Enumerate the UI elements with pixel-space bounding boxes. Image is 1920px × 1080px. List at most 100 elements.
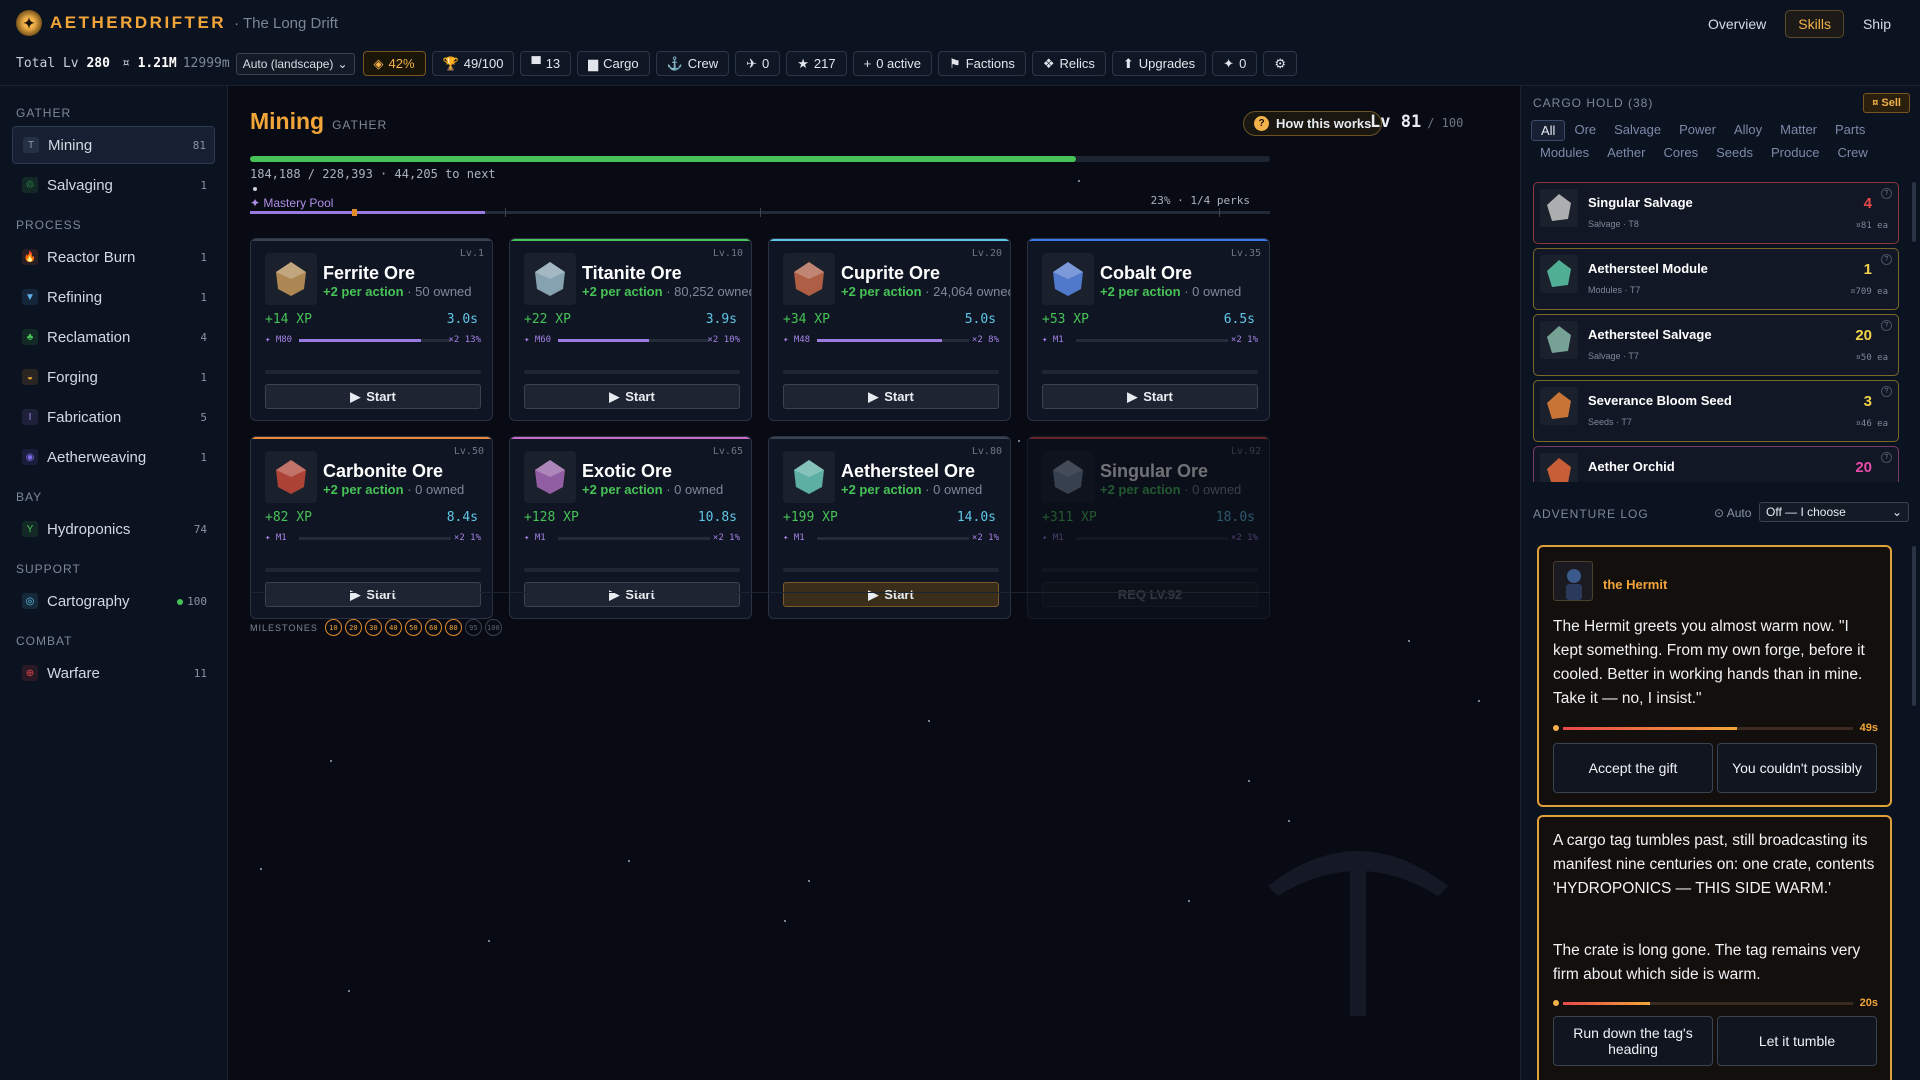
ore-level-requirement: Lv.65: [712, 446, 743, 457]
filter-crew[interactable]: Crew: [1828, 143, 1876, 162]
stat-chip[interactable]: ⚙: [1263, 51, 1297, 76]
filter-seeds[interactable]: Seeds: [1707, 143, 1762, 162]
ore-card[interactable]: Lv.1 Ferrite Ore +2 per action · 50 owned +…: [250, 238, 493, 421]
start-label: Start: [1143, 389, 1173, 404]
sidebar-item-reactor-burn[interactable]: 🔥 Reactor Burn 1: [12, 238, 215, 276]
ore-card[interactable]: Lv.35 Cobalt Ore +2 per action · 0 owned +5…: [1027, 238, 1270, 421]
filter-matter[interactable]: Matter: [1771, 120, 1826, 141]
ore-action-time: 5.0s: [964, 312, 996, 327]
info-icon[interactable]: ?: [1881, 188, 1892, 199]
filter-alloy[interactable]: Alloy: [1725, 120, 1771, 141]
stat-chip[interactable]: ✈ 0: [735, 51, 781, 76]
ore-yield: +2 per action · 80,252 owned: [582, 284, 752, 299]
log-scrollbar[interactable]: [1912, 546, 1916, 706]
sidebar-item-label: Warfare: [47, 664, 100, 682]
option-run-down-tag-button[interactable]: Run down the tag's heading: [1553, 1016, 1713, 1066]
filter-power[interactable]: Power: [1670, 120, 1725, 141]
ore-action-time: 3.0s: [446, 312, 478, 327]
cargo-item[interactable]: Aether OrchidProduce · T620¤126 ea?: [1533, 446, 1899, 482]
filter-cores[interactable]: Cores: [1654, 143, 1707, 162]
cargo-item-icon: [1540, 255, 1578, 293]
ore-per-action: +2 per action: [323, 284, 404, 299]
ore-mastery-level: ✦ M1: [524, 533, 546, 543]
filter-modules[interactable]: Modules: [1531, 143, 1598, 162]
ore-level-requirement: Lv.92: [1230, 446, 1261, 457]
chip-label: Cargo: [603, 56, 639, 71]
start-button[interactable]: ▶ Start: [783, 384, 999, 409]
cargo-item-icon: [1540, 189, 1578, 227]
nav-ship[interactable]: Ship: [1850, 10, 1904, 38]
info-icon[interactable]: ?: [1881, 254, 1892, 265]
option-decline-gift-button[interactable]: You couldn't possibly: [1717, 743, 1877, 793]
cargo-item-price: ¤709 ea: [1850, 287, 1888, 297]
mode-select[interactable]: Auto (landscape) ⌄: [235, 52, 355, 75]
stat-chip[interactable]: ⬆ Upgrades: [1111, 51, 1207, 76]
log-speaker: the Hermit: [1603, 577, 1668, 592]
star: [1188, 900, 1190, 902]
stat-chip[interactable]: ★ 217: [786, 51, 847, 76]
card-accent: [769, 437, 1010, 439]
cargo-item-icon: [1540, 453, 1578, 482]
stat-chip[interactable]: ▆ Cargo: [577, 51, 650, 76]
sidebar-item-count-value: 11: [193, 666, 207, 680]
ore-double-chance: ×2 1%: [1230, 335, 1258, 345]
stat-chip[interactable]: ⚑ Factions: [938, 51, 1026, 76]
ore-card[interactable]: Lv.20 Cuprite Ore +2 per action · 24,064 o…: [768, 238, 1011, 421]
filter-salvage[interactable]: Salvage: [1605, 120, 1670, 141]
info-icon[interactable]: ?: [1881, 386, 1892, 397]
cargo-item[interactable]: Aethersteel Module Modules · T7 1 ¤709 ea?: [1533, 248, 1899, 310]
stat-chip[interactable]: ▀ 13: [520, 51, 572, 76]
sidebar-item-hydroponics[interactable]: Y Hydroponics 74: [12, 510, 215, 548]
sidebar-item-forging[interactable]: ◒ Forging 1: [12, 358, 215, 396]
start-button[interactable]: ▶ Start: [524, 384, 740, 409]
stat-chip[interactable]: ◈ 42%: [362, 51, 426, 76]
sidebar-item-aetherweaving[interactable]: ◉ Aetherweaving 1: [12, 438, 215, 476]
card-accent: [251, 239, 492, 241]
option-accept-gift-button[interactable]: Accept the gift: [1553, 743, 1713, 793]
stat-chip[interactable]: +0 active: [852, 51, 933, 76]
start-button[interactable]: ▶ Start: [1042, 384, 1258, 409]
sidebar-item-salvaging[interactable]: ♲ Salvaging 1: [12, 166, 215, 204]
start-button[interactable]: ▶ Start: [783, 582, 999, 607]
filter-aether[interactable]: Aether: [1598, 143, 1654, 162]
sidebar-item-warfare[interactable]: ⊕ Warfare 11: [12, 654, 215, 692]
stat-chip[interactable]: ✦ 0: [1212, 51, 1258, 76]
sell-button[interactable]: ¤ Sell: [1863, 93, 1910, 113]
ore-owned: · 80,252 owned: [666, 284, 752, 299]
info-icon[interactable]: ?: [1881, 320, 1892, 331]
cargo-scrollbar[interactable]: [1912, 182, 1916, 242]
ore-mastery-level: ✦ M48: [783, 335, 811, 345]
stat-chip[interactable]: 🏆 49/100: [431, 51, 515, 76]
nav-skills[interactable]: Skills: [1785, 10, 1844, 38]
sidebar-item-count: 1: [200, 291, 207, 304]
cargo-item[interactable]: Aethersteel Salvage Salvage · T7 20 ¤50 ea?: [1533, 314, 1899, 376]
ore-mastery-fill: [817, 339, 942, 342]
sidebar-item-cartography[interactable]: ◎ Cartography 100: [12, 582, 215, 620]
sidebar-item-refining[interactable]: ▼ Refining 1: [12, 278, 215, 316]
cargo-item[interactable]: Severance Bloom Seed Seeds · T7 3 ¤46 ea?: [1533, 380, 1899, 442]
filter-produce[interactable]: Produce: [1762, 143, 1828, 162]
filter-ore[interactable]: Ore: [1565, 120, 1605, 141]
skill-icon: ⊕: [22, 665, 38, 681]
start-button[interactable]: ▶ Start: [265, 582, 481, 607]
cargo-item-name: Severance Bloom Seed: [1588, 393, 1732, 408]
info-icon[interactable]: ?: [1881, 452, 1892, 463]
stat-chip[interactable]: ❖ Relics: [1031, 51, 1106, 76]
ore-action-progress: [1042, 370, 1258, 374]
start-button[interactable]: ▶ Start: [265, 384, 481, 409]
sidebar-item-fabrication[interactable]: I Fabrication 5: [12, 398, 215, 436]
log-auto-select[interactable]: Off — I choose ⌄: [1759, 502, 1909, 522]
how-this-works-button[interactable]: ? How this works: [1243, 111, 1383, 136]
start-button[interactable]: ▶ Start: [524, 582, 740, 607]
filter-parts[interactable]: Parts: [1826, 120, 1874, 141]
sidebar-item-reclamation[interactable]: ♣ Reclamation 4: [12, 318, 215, 356]
cargo-item[interactable]: Singular Salvage Salvage · T8 4 ¤81 ea?: [1533, 182, 1899, 244]
filter-all[interactable]: All: [1531, 120, 1566, 141]
cargo-list[interactable]: Singular Salvage Salvage · T8 4 ¤81 ea? Aeth…: [1533, 182, 1899, 482]
ore-card[interactable]: Lv.10 Titanite Ore +2 per action · 80,252 …: [509, 238, 752, 421]
nav-overview[interactable]: Overview: [1695, 10, 1779, 38]
sidebar-item-mining[interactable]: T Mining 81: [12, 126, 215, 164]
ore-icon: [783, 253, 835, 305]
option-let-it-tumble-button[interactable]: Let it tumble: [1717, 1016, 1877, 1066]
stat-chip[interactable]: ⚓ Crew: [655, 51, 730, 76]
